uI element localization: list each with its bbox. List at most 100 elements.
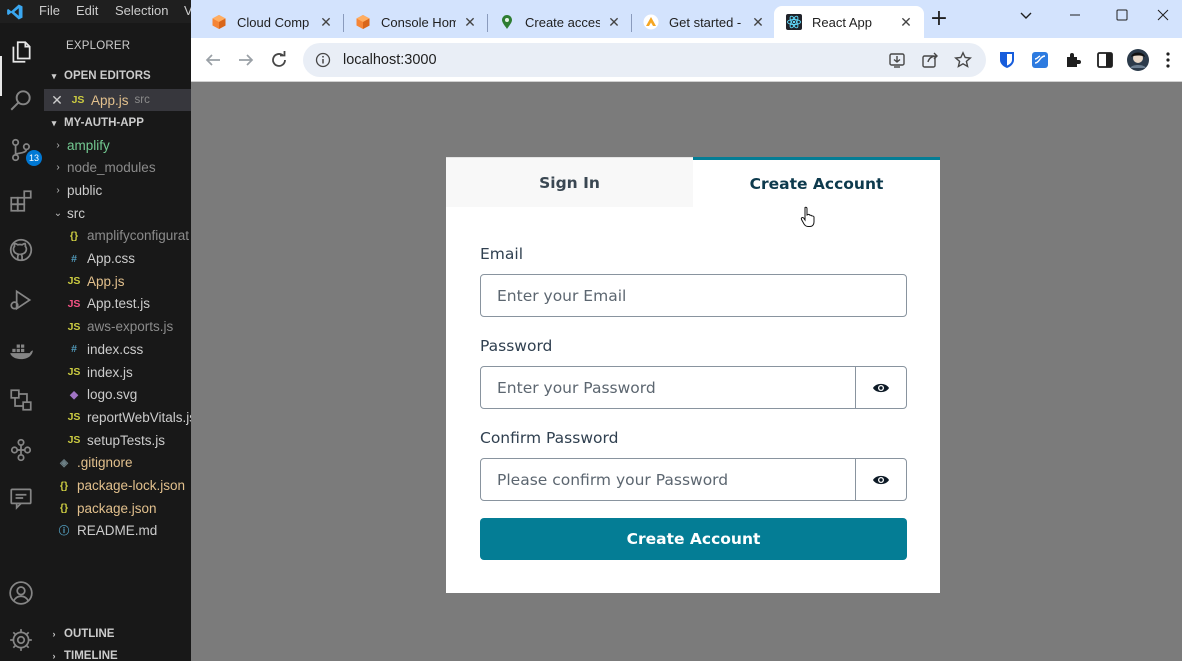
docker-icon[interactable] [6,336,36,366]
browser-toolbar: localhost:3000 [191,38,1182,82]
share-icon[interactable] [920,50,940,70]
project-header[interactable]: ▾ MY-AUTH-APP [44,112,191,134]
settings-gear-icon[interactable] [6,625,36,655]
extensions-icon[interactable] [6,186,36,216]
tree-file[interactable]: JS setupTests.js [44,429,191,451]
extensions-puzzle-icon[interactable] [1061,48,1085,72]
browser-tab[interactable]: Get started - ✕ [631,6,776,38]
tree-file[interactable]: # App.css [44,248,191,270]
address-bar[interactable]: localhost:3000 [303,43,986,77]
chevron-right-icon: › [56,184,60,196]
tab-close-icon[interactable]: ✕ [318,14,334,30]
menu-file[interactable]: File [39,3,60,18]
browser-tab[interactable]: React App ✕ [774,6,924,38]
email-label: Email [480,245,524,263]
tree-file[interactable]: {} amplifyconfigurat [44,225,191,247]
tree-file[interactable]: {} package.json [44,497,191,519]
confirm-password-input[interactable] [481,459,855,500]
browser-tab[interactable]: Cloud Comp ✕ [199,6,344,38]
account-icon[interactable] [6,578,36,608]
tree-file[interactable]: ◆ logo.svg [44,384,191,406]
tree-file[interactable]: ◈ .gitignore [44,452,191,474]
tab-search-chevron-icon[interactable] [1003,0,1049,30]
install-app-icon[interactable] [887,50,907,70]
run-debug-icon[interactable] [6,285,36,315]
close-window-icon[interactable] [1144,0,1182,30]
profile-avatar[interactable] [1126,48,1150,72]
tab-close-icon[interactable]: ✕ [750,14,766,30]
tab-close-icon[interactable]: ✕ [898,14,914,30]
tree-item-label: amplifyconfigurat [87,228,190,244]
tree-folder[interactable]: › node_modules [44,157,191,179]
tree-file[interactable]: ⓘ README.md [44,520,191,542]
tree-item-label: README.md [77,523,158,539]
tree-item-label: node_modules [67,160,156,176]
maximize-icon[interactable] [1099,0,1145,30]
explorer-title: EXPLORER [66,40,131,52]
tree-item-label: index.js [87,364,133,380]
tree-folder[interactable]: › public [44,179,191,201]
eye-icon [873,475,889,484]
confirm-password-label: Confirm Password [480,429,619,447]
source-control-icon[interactable]: 13 [6,135,43,166]
new-tab-plus-icon[interactable]: + [927,8,951,32]
email-field[interactable] [480,274,907,317]
site-info-icon[interactable] [315,52,331,68]
tree-file[interactable]: JS aws-exports.js [44,316,191,338]
timeline-header[interactable]: › TIMELINE [44,645,191,661]
open-editor-item[interactable]: ✕ JS App.js src [44,89,191,111]
back-arrow-icon[interactable] [201,48,225,72]
tab-sign-in[interactable]: Sign In [446,157,693,207]
search-icon[interactable] [6,85,36,115]
cast-extension-icon[interactable] [1028,48,1052,72]
show-confirm-password-button[interactable] [855,459,906,500]
bookmark-star-icon[interactable] [953,50,973,70]
browser-tab[interactable]: Console Hom ✕ [343,6,488,38]
tree-file[interactable]: JS index.js [44,361,191,383]
bitwarden-extension-icon[interactable] [995,48,1019,72]
tree-item-label: src [67,205,85,221]
minimize-icon[interactable] [1052,0,1098,30]
reload-icon[interactable] [267,48,291,72]
browser-tab[interactable]: Create access ✕ [487,6,632,38]
password-field[interactable] [480,366,907,409]
show-password-button[interactable] [855,367,906,408]
github-icon[interactable] [6,235,36,265]
tree-folder[interactable]: › amplify [44,134,191,156]
close-icon[interactable]: ✕ [44,92,70,109]
tab-close-icon[interactable]: ✕ [462,14,478,30]
tree-file[interactable]: {} package-lock.json [44,475,191,497]
outline-header[interactable]: › OUTLINE [44,623,191,645]
menu-selection[interactable]: Selection [115,3,168,18]
password-label: Password [480,337,553,355]
tab-title: React App [812,14,872,30]
tree-file[interactable]: # index.css [44,338,191,360]
tree-item-label: logo.svg [87,387,138,403]
hand-pointer-cursor-icon [800,206,815,227]
tree-file[interactable]: JS App.test.js [44,293,191,315]
browser-menu-icon[interactable] [1160,48,1176,72]
comments-icon[interactable] [6,483,36,513]
open-editors-header[interactable]: ▾ OPEN EDITORS [44,65,191,87]
confirm-password-field[interactable] [480,458,907,501]
create-account-button[interactable]: Create Account [480,518,907,560]
forward-arrow-icon[interactable] [234,48,258,72]
vscode-menubar: File Edit Selection V [0,0,193,23]
explorer-icon[interactable] [6,37,36,67]
tree-folder[interactable]: ⌄ src [44,202,191,224]
tree-file[interactable]: JS reportWebVitals.js [44,406,191,428]
tab-close-icon[interactable]: ✕ [606,14,622,30]
tab-create-account[interactable]: Create Account [693,157,940,207]
email-input[interactable] [481,275,906,316]
gitlens-icon[interactable] [6,435,36,465]
remote-explorer-icon[interactable] [6,385,36,415]
side-panel-icon[interactable] [1093,48,1117,72]
password-input[interactable] [481,367,855,408]
tree-file[interactable]: JS App.js [44,270,191,292]
file-type-icon: {} [59,479,69,492]
url-text[interactable]: localhost:3000 [343,52,887,68]
file-type-icon: ◆ [69,388,79,401]
menu-edit[interactable]: Edit [76,3,98,18]
chevron-right-icon: › [52,651,56,661]
explorer-sidebar: EXPLORER ▾ OPEN EDITORS ✕ JS App.js src … [44,23,191,661]
